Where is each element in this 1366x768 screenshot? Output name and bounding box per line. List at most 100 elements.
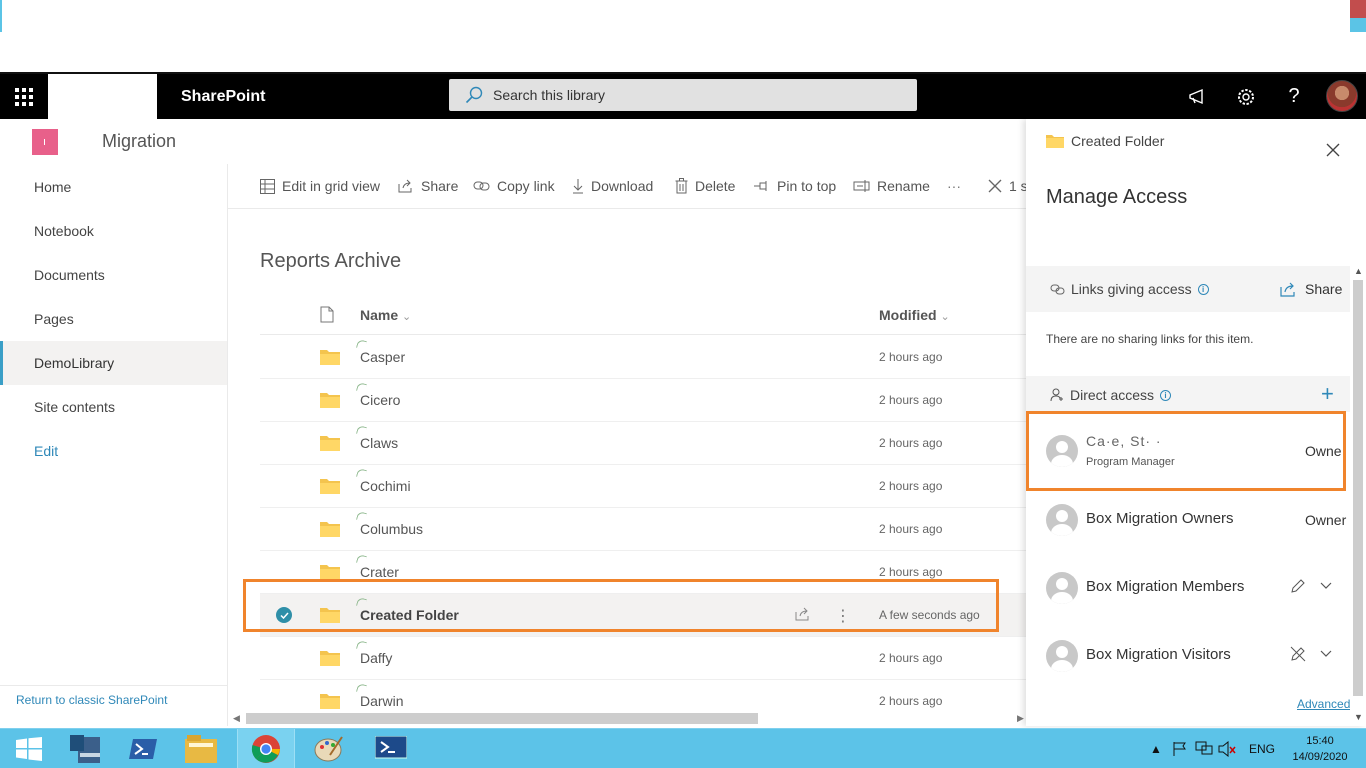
megaphone-icon[interactable] xyxy=(1178,74,1218,119)
nav-item-demolibrary[interactable]: DemoLibrary xyxy=(0,341,227,385)
table-row[interactable]: Columbus 2 hours ago xyxy=(260,508,1026,551)
modified-column-header[interactable]: Modified ⌄ xyxy=(879,307,950,323)
owner-highlight xyxy=(1026,411,1346,491)
more-commands-button[interactable]: ··· xyxy=(947,164,961,208)
modified-header-label: Modified xyxy=(879,307,937,323)
pin-to-top-button[interactable]: Pin to top xyxy=(753,164,836,208)
item-name[interactable]: Darwin xyxy=(360,693,404,709)
clear-selection-button[interactable]: 1 s xyxy=(988,164,1028,208)
nav-item-notebook[interactable]: Notebook xyxy=(0,209,227,253)
scroll-thumb[interactable] xyxy=(246,713,758,724)
panel-share-label: Share xyxy=(1305,281,1343,297)
brand-title[interactable]: SharePoint xyxy=(181,74,265,119)
remote-powershell-button[interactable] xyxy=(362,729,420,768)
access-entry[interactable]: Box Migration Members xyxy=(1026,556,1350,624)
clock[interactable]: 15:40 14/09/2020 xyxy=(1290,733,1350,765)
folder-icon xyxy=(185,735,217,763)
avatar xyxy=(1046,504,1078,536)
network-icon[interactable] xyxy=(1195,729,1213,768)
panel-scrollbar[interactable]: ▲ ▼ xyxy=(1350,264,1366,726)
access-entry[interactable]: Box Migration Owners Owner xyxy=(1026,488,1350,556)
start-button[interactable] xyxy=(0,729,58,768)
language-indicator[interactable]: ENG xyxy=(1249,729,1275,768)
panel-share-button[interactable]: Share xyxy=(1280,281,1342,297)
rename-label: Rename xyxy=(877,178,930,194)
download-label: Download xyxy=(591,178,654,194)
copy-link-label: Copy link xyxy=(497,178,555,194)
flag-icon[interactable] xyxy=(1172,729,1188,768)
edit-grid-button[interactable]: Edit in grid view xyxy=(260,164,380,208)
nav-item-pages[interactable]: Pages xyxy=(0,297,227,341)
chrome-button[interactable] xyxy=(237,729,295,768)
table-row[interactable]: Daffy 2 hours ago xyxy=(260,637,1026,680)
horizontal-scrollbar[interactable]: ◀ ▶ xyxy=(228,711,1026,726)
volume-muted-icon[interactable] xyxy=(1218,729,1236,768)
item-name[interactable]: Casper xyxy=(360,349,405,365)
info-icon[interactable]: i xyxy=(1160,389,1172,401)
nav-item-home[interactable]: Home xyxy=(0,165,227,209)
paint-button[interactable] xyxy=(300,729,358,768)
folder-icon xyxy=(320,478,340,499)
name-column-header[interactable]: Name ⌄ xyxy=(360,307,411,323)
folder-icon xyxy=(320,349,340,370)
direct-label-group: Direct access i xyxy=(1050,387,1172,403)
panel-scroll-thumb[interactable] xyxy=(1353,280,1363,696)
item-name[interactable]: Daffy xyxy=(360,650,392,666)
share-button[interactable]: Share xyxy=(398,164,458,208)
site-title[interactable]: Migration xyxy=(102,131,176,152)
item-modified: 2 hours ago xyxy=(879,694,943,708)
item-name[interactable]: Cochimi xyxy=(360,478,411,494)
item-name[interactable]: Columbus xyxy=(360,521,423,537)
delete-button[interactable]: Delete xyxy=(675,164,735,208)
user-avatar[interactable] xyxy=(1326,80,1358,112)
table-row[interactable]: Claws 2 hours ago xyxy=(260,422,1026,465)
scroll-left-icon[interactable]: ◀ xyxy=(233,713,240,724)
access-entry[interactable]: Box Migration Visitors xyxy=(1026,624,1350,692)
item-name[interactable]: Claws xyxy=(360,435,398,451)
left-navigation: Home Notebook Documents Pages DemoLibrar… xyxy=(0,164,228,726)
name-header-label: Name xyxy=(360,307,399,323)
server-manager-icon xyxy=(70,735,100,763)
links-label-group: Links giving access i xyxy=(1050,281,1209,297)
table-row[interactable]: Cochimi 2 hours ago xyxy=(260,465,1026,508)
info-icon[interactable]: i xyxy=(1197,283,1209,295)
return-classic-link[interactable]: Return to classic SharePoint xyxy=(16,693,167,707)
group-name: Box Migration Owners xyxy=(1086,510,1234,527)
nav-item-documents[interactable]: Documents xyxy=(0,253,227,297)
server-manager-button[interactable] xyxy=(56,729,114,768)
link-icon xyxy=(473,181,490,191)
powershell-button[interactable] xyxy=(114,729,172,768)
chevron-down-icon[interactable] xyxy=(1320,582,1332,590)
clock-time: 15:40 xyxy=(1306,735,1334,747)
folder-icon xyxy=(320,521,340,542)
help-icon[interactable]: ? xyxy=(1274,74,1314,119)
app-launcher-icon[interactable] xyxy=(0,74,48,119)
table-row[interactable]: Cicero 2 hours ago xyxy=(260,379,1026,422)
edit-icon[interactable] xyxy=(1290,578,1306,594)
gear-icon[interactable] xyxy=(1226,74,1266,119)
direct-access-section: Direct access i + xyxy=(1026,376,1350,412)
table-row[interactable]: Casper 2 hours ago xyxy=(260,336,1026,379)
add-person-icon[interactable]: + xyxy=(1321,383,1334,405)
no-edit-icon[interactable] xyxy=(1290,646,1306,662)
rename-icon xyxy=(853,180,870,192)
show-hidden-icons[interactable]: ▲ xyxy=(1150,729,1162,768)
nav-item-site-contents[interactable]: Site contents xyxy=(0,385,227,429)
site-logo[interactable] xyxy=(32,129,58,155)
advanced-link[interactable]: Advanced xyxy=(1297,697,1350,711)
item-name[interactable]: Crater xyxy=(360,564,399,580)
folder-icon xyxy=(320,392,340,413)
search-input[interactable] xyxy=(493,87,893,103)
scroll-down-icon[interactable]: ▼ xyxy=(1354,712,1363,722)
scroll-up-icon[interactable]: ▲ xyxy=(1354,266,1363,276)
file-explorer-button[interactable] xyxy=(172,729,230,768)
search-box[interactable] xyxy=(449,79,917,111)
close-panel-icon[interactable] xyxy=(1326,143,1340,162)
scroll-right-icon[interactable]: ▶ xyxy=(1017,713,1024,724)
copy-link-button[interactable]: Copy link xyxy=(473,164,555,208)
download-button[interactable]: Download xyxy=(572,164,653,208)
chevron-down-icon[interactable] xyxy=(1320,650,1332,658)
item-name[interactable]: Cicero xyxy=(360,392,400,408)
rename-button[interactable]: Rename xyxy=(853,164,930,208)
nav-edit-link[interactable]: Edit xyxy=(0,429,227,473)
